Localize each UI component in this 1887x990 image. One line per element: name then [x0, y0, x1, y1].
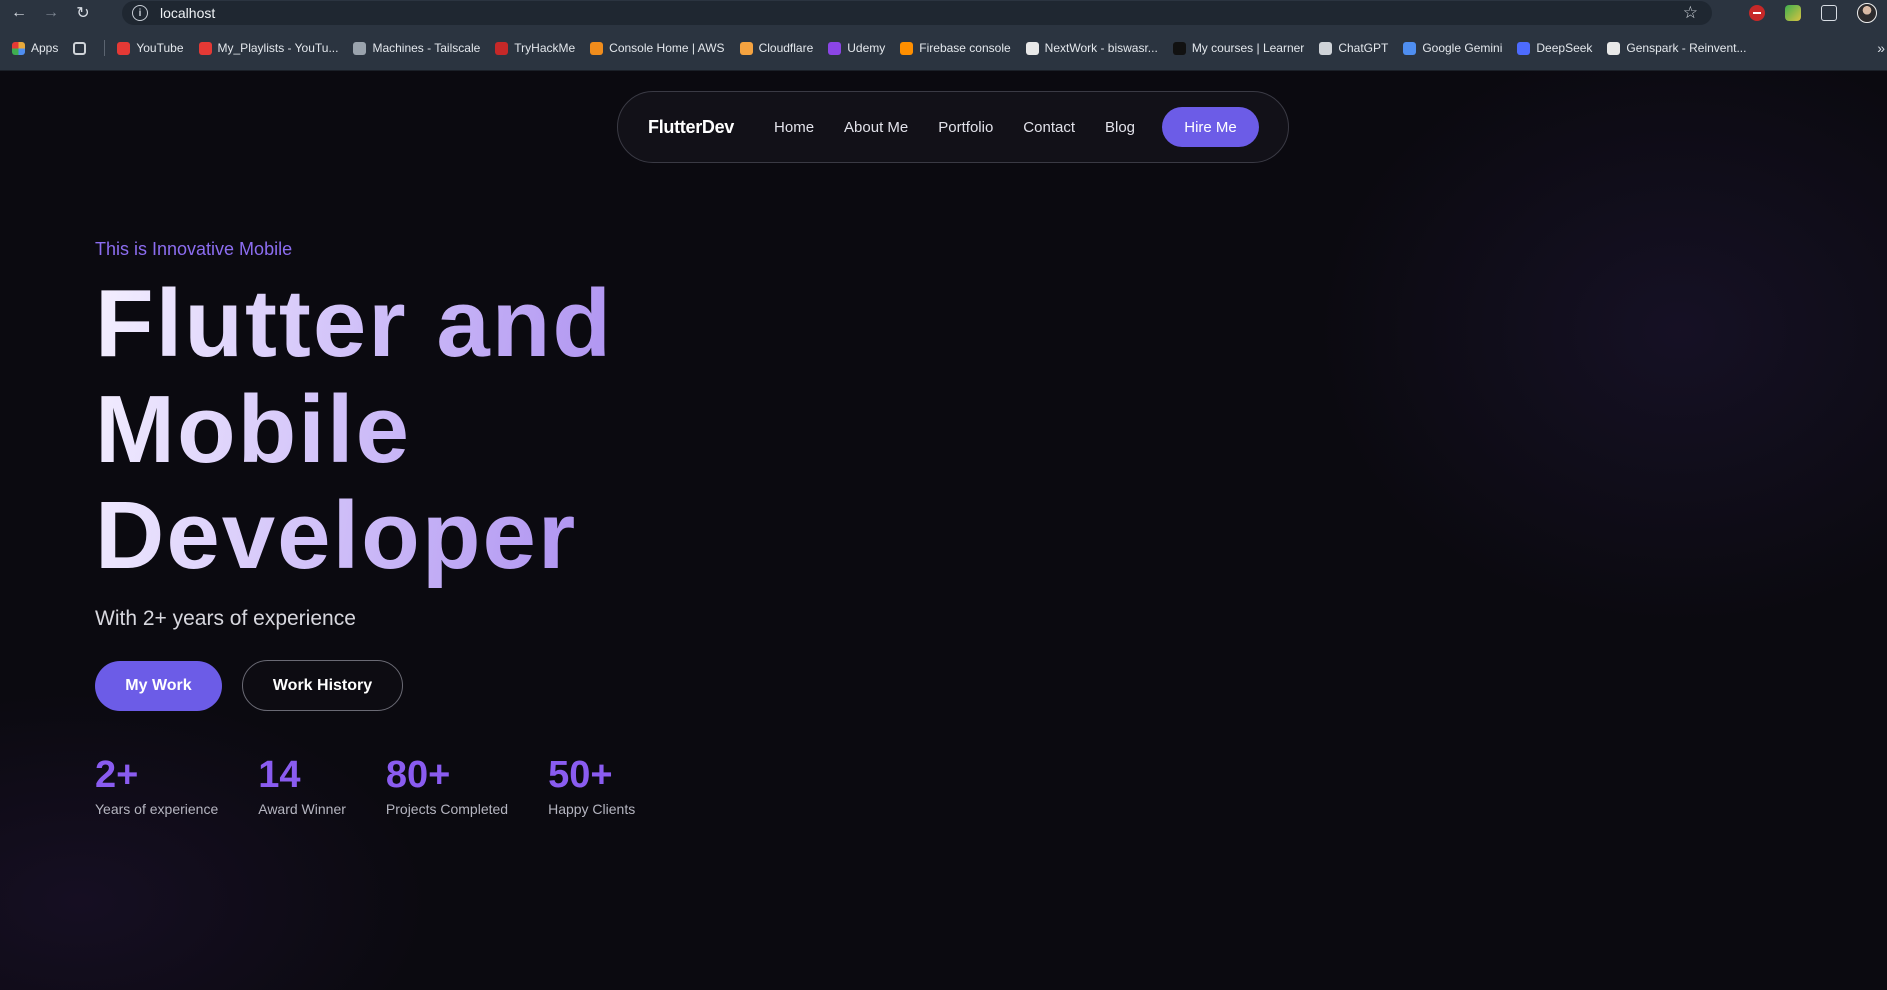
bookmarks-bar: Apps YouTube My_Playlists - YouTu... Machi…: [0, 26, 1887, 71]
bookmark-label: My_Playlists - YouTu...: [217, 41, 339, 55]
bookmark-label: ChatGPT: [1338, 41, 1389, 55]
bookmark-favicon-icon: [495, 41, 509, 55]
bookmark-favicon-icon: [353, 41, 367, 55]
hire-me-button[interactable]: Hire Me: [1162, 107, 1259, 147]
bookmark-label: DeepSeek: [1536, 41, 1593, 55]
bookmark-favicon-icon: [1517, 41, 1531, 55]
bookmark-item[interactable]: Genspark - Reinvent...: [1607, 41, 1746, 55]
bookmark-favicon-icon: [1319, 41, 1333, 55]
bookmark-label: TryHackMe: [514, 41, 576, 55]
bookmark-label: Udemy: [847, 41, 886, 55]
bookmark-item[interactable]: My courses | Learner: [1172, 41, 1305, 55]
bookmark-favicon-icon: [590, 41, 604, 55]
bookmark-favicon-icon: [117, 41, 131, 55]
bookmark-label: My courses | Learner: [1191, 41, 1305, 55]
bookmark-item[interactable]: Udemy: [828, 41, 885, 55]
bookmark-item[interactable]: YouTube: [117, 41, 184, 55]
nav-link-portfolio[interactable]: Portfolio: [938, 119, 993, 136]
bookmark-favicon-icon: [198, 41, 212, 55]
stat-projects: 80+ Projects Completed: [386, 753, 508, 817]
bookmark-favicon-icon: [828, 41, 842, 55]
headline-line-2: Mobile: [95, 376, 411, 483]
stat-label: Happy Clients: [548, 801, 636, 817]
bookmark-label: Apps: [31, 41, 59, 55]
bookmark-label: Machines - Tailscale: [372, 41, 481, 55]
stat-value: 50+: [548, 754, 613, 796]
hero-subtitle: With 2+ years of experience: [95, 607, 356, 630]
nav-links: Home About Me Portfolio Contact Blog: [774, 119, 1165, 136]
nav-link-home[interactable]: Home: [774, 119, 814, 136]
bookmark-item[interactable]: Google Gemini: [1403, 41, 1502, 55]
bookmark-favicon-icon: [739, 41, 753, 55]
nav-link-about[interactable]: About Me: [844, 119, 908, 136]
forward-arrow-icon[interactable]: →: [38, 0, 64, 26]
apps-grid-icon: [12, 41, 25, 55]
bookmark-apps[interactable]: Apps: [12, 41, 58, 55]
bookmark-label: Cloudflare: [758, 41, 814, 55]
bookmark-item[interactable]: Cloudflare: [739, 41, 814, 55]
profile-avatar[interactable]: [1857, 3, 1877, 23]
browser-toolbar: ← → ↻ i localhost ☆: [0, 0, 1887, 26]
stat-value: 2+: [95, 754, 139, 796]
stat-label: Projects Completed: [385, 801, 509, 817]
bookmark-favicon-icon: [1403, 41, 1417, 55]
bookmark-label: YouTube: [136, 41, 184, 55]
page-viewport: FlutterDev Home About Me Portfolio Conta…: [0, 71, 1887, 990]
stat-label: Years of experience: [95, 801, 219, 817]
stat-value: 14: [258, 754, 301, 796]
stat-label: Award Winner: [258, 801, 346, 817]
bookmark-item[interactable]: Console Home | AWS: [590, 41, 725, 55]
bookmark-list: YouTube My_Playlists - YouTu... Machines -…: [117, 41, 1761, 55]
bookmark-item[interactable]: NextWork - biswasr...: [1025, 41, 1158, 55]
bookmark-item[interactable]: My_Playlists - YouTu...: [198, 41, 339, 55]
bookmark-star-icon[interactable]: ☆: [1683, 3, 1698, 23]
reload-icon[interactable]: ↻: [70, 0, 96, 26]
bookmark-item[interactable]: ChatGPT: [1319, 41, 1388, 55]
bookmark-item[interactable]: TryHackMe: [495, 41, 575, 55]
bookmark-label: NextWork - biswasr...: [1044, 41, 1158, 55]
stat-clients: 50+ Happy Clients: [548, 753, 635, 817]
work-history-button[interactable]: Work History: [242, 660, 403, 711]
extensions-puzzle-icon[interactable]: [1821, 5, 1837, 21]
headline-line-1: Flutter and: [95, 270, 613, 377]
bookmark-label: Genspark - Reinvent...: [1626, 41, 1747, 55]
nav-link-blog[interactable]: Blog: [1105, 119, 1135, 136]
headline-line-3: Developer: [95, 482, 578, 589]
extension-icon[interactable]: [1785, 5, 1801, 21]
stats-row: 2+ Years of experience 14 Award Winner 8…: [95, 753, 675, 817]
grid-icon: [73, 41, 87, 55]
bookmark-item[interactable]: Machines - Tailscale: [353, 41, 480, 55]
stat-years: 2+ Years of experience: [95, 753, 218, 817]
extensions-area: [1749, 0, 1887, 26]
back-arrow-icon[interactable]: ←: [6, 0, 32, 26]
tab-groups-icon[interactable]: [73, 41, 92, 55]
stat-value: 80+: [385, 754, 451, 796]
url-text[interactable]: localhost: [160, 5, 215, 21]
bookmark-item[interactable]: Firebase console: [900, 41, 1011, 55]
site-info-icon[interactable]: i: [132, 5, 148, 21]
bookmark-favicon-icon: [900, 41, 914, 55]
site-navbar: FlutterDev Home About Me Portfolio Conta…: [617, 91, 1289, 163]
hero-tagline: This is Innovative Mobile: [95, 239, 293, 259]
bookmark-favicon-icon: [1172, 41, 1186, 55]
blocker-extension-icon[interactable]: [1749, 5, 1765, 21]
bookmark-item[interactable]: DeepSeek: [1517, 41, 1592, 55]
brand-logo[interactable]: FlutterDev: [648, 117, 734, 138]
stat-awards: 14 Award Winner: [258, 753, 346, 817]
my-work-button[interactable]: My Work: [95, 661, 222, 711]
address-bar[interactable]: i localhost ☆: [122, 1, 1712, 25]
bookmark-label: Firebase console: [919, 41, 1011, 55]
bookmarks-divider: [104, 40, 106, 56]
more-bookmarks-icon[interactable]: »: [1877, 40, 1885, 56]
bookmark-favicon-icon: [1607, 41, 1621, 55]
bookmark-favicon-icon: [1025, 41, 1039, 55]
hero-headline: Flutter and Mobile Developer: [95, 271, 895, 589]
bookmark-label: Google Gemini: [1422, 41, 1503, 55]
bookmark-label: Console Home | AWS: [609, 41, 725, 55]
nav-link-contact[interactable]: Contact: [1023, 119, 1075, 136]
